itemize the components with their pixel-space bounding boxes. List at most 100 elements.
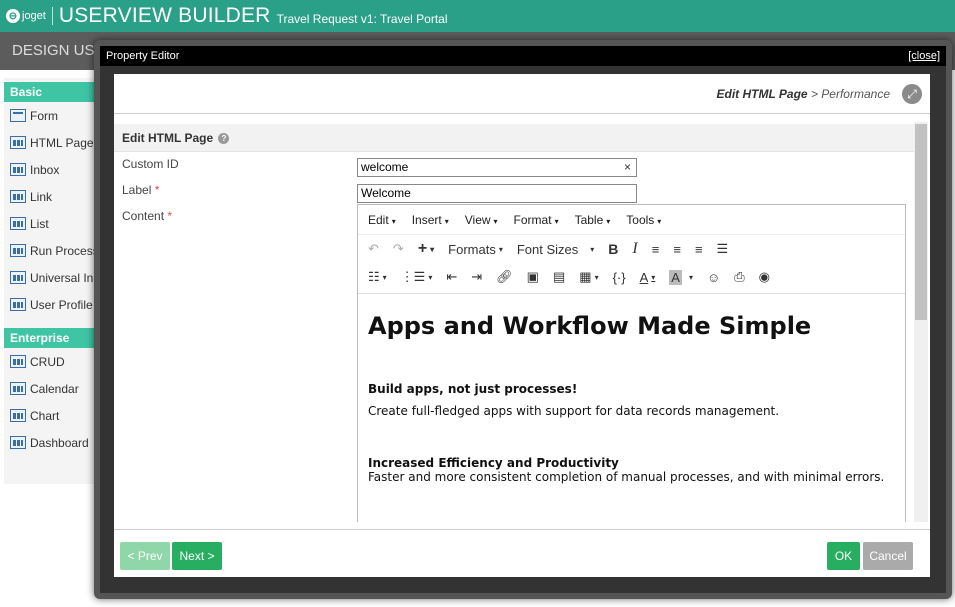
align-justify-icon[interactable]: ☰ xyxy=(717,241,729,257)
section-title-text: Edit HTML Page xyxy=(122,131,214,145)
clear-icon[interactable]: × xyxy=(624,159,631,176)
joget-logo: ⊖ joget xyxy=(6,9,52,23)
palette-item-link[interactable]: Link xyxy=(4,183,103,210)
palette-item-list[interactable]: List xyxy=(4,210,103,237)
custom-id-input[interactable]: welcome × xyxy=(357,158,637,177)
menu-edit[interactable]: Edit ▾ xyxy=(368,213,396,227)
field-row-custom-id: Custom ID welcome × xyxy=(114,152,914,178)
image-icon[interactable]: ▣ xyxy=(527,269,539,285)
palette-item-run-process[interactable]: Run Process xyxy=(4,237,103,264)
menu-icon xyxy=(10,217,26,230)
vertical-scrollbar[interactable] xyxy=(914,122,928,522)
table-icon[interactable]: ▦ ▾ xyxy=(579,269,598,285)
background-color-dropdown-icon[interactable]: ▾ xyxy=(686,273,693,282)
background-color-icon[interactable]: A xyxy=(669,269,682,285)
indent-icon[interactable]: ⇥ xyxy=(471,269,482,285)
redo-icon[interactable]: ↷ xyxy=(393,241,404,257)
palette-item-label: Run Process xyxy=(30,243,99,258)
undo-icon[interactable]: ↶ xyxy=(368,241,379,257)
close-link[interactable]: [close] xyxy=(908,46,940,66)
align-right-icon[interactable]: ≡ xyxy=(695,242,703,257)
numbered-list-icon[interactable]: ⋮☰ ▾ xyxy=(401,269,433,285)
palette-item-calendar[interactable]: Calendar xyxy=(4,375,103,402)
dialog-title: Property Editor xyxy=(106,50,180,62)
menu-icon xyxy=(10,190,26,203)
form-icon xyxy=(10,109,26,122)
media-icon[interactable]: ▤ xyxy=(553,269,565,285)
menu-format[interactable]: Format ▾ xyxy=(514,213,559,227)
palette-item-label: List xyxy=(30,216,49,231)
content-heading: Apps and Workflow Made Simple xyxy=(368,312,812,340)
content-paragraph-1: Create full-fledged apps with support fo… xyxy=(368,404,780,418)
label-value: Welcome xyxy=(361,186,411,200)
element-palette: Basic Form HTML Page Inbox Link List Run… xyxy=(4,78,104,484)
palette-item-html-page[interactable]: HTML Page xyxy=(4,129,103,156)
content-text: Content xyxy=(122,209,165,223)
emoticon-icon[interactable]: ☺ xyxy=(707,270,720,285)
app-subtitle: Travel Request v1: Travel Portal xyxy=(276,12,448,26)
menu-icon xyxy=(10,382,26,395)
breadcrumb-current: Edit HTML Page xyxy=(716,86,808,101)
palette-item-crud[interactable]: CRUD xyxy=(4,348,103,375)
help-icon[interactable]: ? xyxy=(218,133,230,145)
breadcrumb-next-page[interactable]: Performance xyxy=(821,87,890,101)
next-button[interactable]: Next > xyxy=(172,542,222,570)
palette-item-label: Chart xyxy=(30,408,60,423)
section-title: Edit HTML Page ? xyxy=(114,124,914,152)
text-color-icon[interactable]: A ▾ xyxy=(640,270,656,285)
breadcrumb: Edit HTML Page > Performance xyxy=(114,74,930,114)
palette-item-inbox[interactable]: Inbox xyxy=(4,156,103,183)
label-input[interactable]: Welcome xyxy=(357,184,637,203)
scrollbar-thumb[interactable] xyxy=(915,124,927,320)
editor-toolbar-row-2: ☷ ▾ ⋮☰ ▾ ⇤ ⇥ 🔗︎ ▣ ▤ ▦ ▾ {·} A ▾ A ▾ ☺ ⎙ ◉ xyxy=(358,263,905,291)
menu-icon xyxy=(10,271,26,284)
palette-header-basic: Basic xyxy=(4,82,103,102)
menu-icon xyxy=(10,136,26,149)
content-field-label: Content * xyxy=(122,209,172,223)
custom-id-value: welcome xyxy=(361,160,409,174)
ok-button[interactable]: OK xyxy=(827,542,860,570)
logo-text: joget xyxy=(22,10,46,22)
cancel-button[interactable]: Cancel xyxy=(863,542,913,570)
palette-item-label: Calendar xyxy=(30,381,79,396)
editor-toolbar-row-1: ↶ ↷ + ▾ Formats ▾ Font Sizes ▾ B I ≡ ≡ ≡ ☰ xyxy=(358,235,905,263)
menu-insert[interactable]: Insert ▾ xyxy=(412,213,449,227)
align-left-icon[interactable]: ≡ xyxy=(652,242,660,257)
font-sizes-dropdown[interactable]: Font Sizes ▾ xyxy=(517,242,594,257)
menu-icon xyxy=(10,244,26,257)
label-field-label: Label * xyxy=(122,183,159,197)
print-icon[interactable]: ⎙ xyxy=(734,269,744,285)
source-code-icon[interactable]: {·} xyxy=(613,270,626,285)
formats-dropdown[interactable]: Formats ▾ xyxy=(448,242,503,257)
preview-icon[interactable]: ◉ xyxy=(759,269,770,285)
bold-icon[interactable]: B xyxy=(608,241,618,257)
header-divider xyxy=(51,7,53,25)
editor-content-area[interactable]: Apps and Workflow Made Simple Build apps… xyxy=(358,293,905,522)
insert-plus-icon[interactable]: + ▾ xyxy=(418,240,434,258)
sub-bar-label: DESIGN US xyxy=(12,42,95,59)
palette-item-universal-inbox[interactable]: Universal Inb xyxy=(4,264,103,291)
palette-item-label: HTML Page xyxy=(30,135,94,150)
prev-button[interactable]: < Prev xyxy=(120,542,170,570)
bullet-list-icon[interactable]: ☷ ▾ xyxy=(368,269,387,285)
expand-collapse-icon[interactable]: ⤢ xyxy=(902,84,922,104)
joget-logo-icon: ⊖ xyxy=(6,9,20,23)
breadcrumb-separator: > xyxy=(807,86,822,101)
menu-tools[interactable]: Tools ▾ xyxy=(626,213,661,227)
outdent-icon[interactable]: ⇤ xyxy=(446,269,457,285)
menu-icon xyxy=(10,298,26,311)
dialog-body: Edit HTML Page > Performance ⤢ Edit HTML… xyxy=(114,74,930,577)
align-center-icon[interactable]: ≡ xyxy=(673,242,681,257)
custom-id-label: Custom ID xyxy=(122,157,179,171)
menu-view[interactable]: View ▾ xyxy=(465,213,498,227)
palette-item-form[interactable]: Form xyxy=(4,102,103,129)
menu-table[interactable]: Table ▾ xyxy=(575,213,611,227)
link-icon[interactable]: 🔗︎ xyxy=(496,269,513,285)
menu-icon xyxy=(10,409,26,422)
palette-item-label: CRUD xyxy=(30,354,65,369)
italic-icon[interactable]: I xyxy=(632,240,637,258)
palette-item-chart[interactable]: Chart xyxy=(4,402,103,429)
palette-item-user-profile[interactable]: User Profile xyxy=(4,291,103,318)
palette-item-dashboard[interactable]: Dashboard xyxy=(4,429,103,456)
app-header: ⊖ joget USERVIEW BUILDER Travel Request … xyxy=(0,0,955,32)
